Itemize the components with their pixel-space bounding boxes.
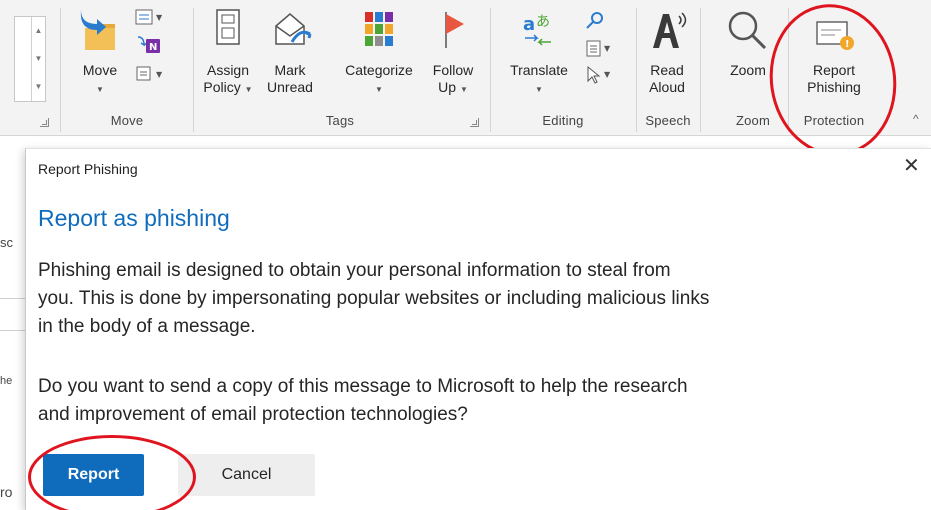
close-icon[interactable]: ✕: [903, 156, 920, 176]
group-separator: [700, 8, 701, 132]
collapse-ribbon-icon[interactable]: ^: [913, 112, 919, 126]
quick-steps-gallery[interactable]: ▲ ▼ ▼: [14, 16, 46, 102]
follow-up-label-line1: Follow: [432, 62, 474, 78]
body-line: Do you want to send a copy of this messa…: [38, 376, 688, 397]
cancel-button[interactable]: Cancel: [178, 454, 315, 496]
categorize-icon: [365, 12, 393, 46]
zoom-button[interactable]: Zoom: [718, 8, 778, 79]
background-text-fragment: sc: [0, 235, 13, 250]
dialog-heading: Report as phishing: [38, 205, 230, 231]
gallery-scrollbar[interactable]: ▲ ▼ ▼: [31, 17, 45, 101]
find-button[interactable]: [584, 10, 606, 37]
envelope-icon: [275, 13, 312, 45]
follow-up-label-line2: Up: [438, 79, 457, 95]
actions-button[interactable]: ▼: [134, 64, 168, 89]
svg-text:▼: ▼: [156, 70, 163, 79]
report-phishing-label-line2: Phishing: [807, 79, 861, 95]
zoom-label: Zoom: [730, 62, 766, 78]
chevron-down-icon: ▼: [96, 85, 104, 94]
policy-document-icon: [216, 9, 240, 45]
dialog-body-paragraph-1: Phishing email is designed to obtain you…: [38, 257, 928, 341]
magnifier-icon: [728, 11, 767, 50]
move-label: Move: [82, 62, 118, 78]
svg-text:N: N: [149, 42, 157, 53]
mark-unread-label-line1: Mark: [274, 62, 306, 78]
read-aloud-label-line2: Aloud: [649, 79, 685, 95]
translate-label: Translate: [510, 62, 568, 78]
scroll-down-icon[interactable]: ▼: [32, 45, 45, 73]
ribbon: ▲ ▼ ▼ Move ▼ ▼ N ▼ Move Assign Policy ▼ …: [0, 0, 931, 136]
dialog-title: Report Phishing: [38, 161, 138, 177]
body-line: in the body of a message.: [38, 316, 256, 337]
body-line: you. This is done by impersonating popul…: [38, 288, 710, 309]
body-line: Phishing email is designed to obtain you…: [38, 260, 671, 281]
report-button[interactable]: Report: [43, 454, 144, 496]
chevron-down-icon: ▼: [375, 85, 383, 94]
body-line: and improvement of email protection tech…: [38, 404, 468, 425]
mark-unread-label-line2: Unread: [267, 79, 313, 95]
assign-policy-label-line1: Assign: [206, 62, 250, 78]
read-aloud-label-line1: Read: [650, 62, 684, 78]
svg-text:▼: ▼: [156, 13, 163, 22]
rules-button[interactable]: ▼: [134, 8, 168, 33]
gallery-expand-icon[interactable]: ▼: [32, 73, 45, 101]
mark-unread-button[interactable]: Mark Unread: [260, 8, 320, 96]
move-button[interactable]: Move ▼: [70, 4, 130, 98]
onenote-icon: N: [137, 36, 160, 53]
background-text-fragment: he: [0, 375, 13, 387]
chevron-down-icon: ▼: [244, 85, 253, 94]
report-phishing-label-line1: Report: [812, 62, 856, 78]
related-document-icon: ▼: [586, 40, 611, 57]
tags-launcher-icon[interactable]: [470, 118, 479, 127]
report-phishing-button[interactable]: ! Report Phishing: [794, 12, 874, 96]
assign-policy-label-line2: Policy: [203, 79, 241, 95]
chevron-down-icon: ▼: [459, 85, 468, 94]
svg-text:a: a: [523, 14, 535, 35]
move-folder-icon: [80, 10, 115, 50]
translate-icon: a あ: [523, 14, 551, 46]
categorize-label: Categorize: [345, 62, 413, 78]
zoom-group-label: Zoom: [735, 113, 771, 128]
report-phishing-icon: !: [816, 21, 854, 50]
editing-group-label: Editing: [542, 113, 584, 128]
search-icon: [586, 12, 603, 29]
assign-policy-button[interactable]: Assign Policy ▼: [198, 8, 258, 98]
translate-button[interactable]: a あ Translate ▼: [497, 8, 581, 98]
group-separator: [490, 8, 491, 132]
tags-group-label: Tags: [325, 113, 355, 128]
svg-text:▼: ▼: [604, 70, 611, 79]
speech-group-label: Speech: [645, 113, 691, 128]
select-button[interactable]: ▼: [584, 64, 614, 91]
dialog-body-paragraph-2: Do you want to send a copy of this messa…: [38, 373, 928, 429]
chevron-down-icon: ▼: [535, 85, 543, 94]
group-separator: [60, 8, 61, 132]
quick-steps-launcher-icon[interactable]: [40, 118, 49, 127]
cursor-arrow-icon: ▼: [587, 65, 611, 84]
rules-icon: ▼: [135, 9, 163, 25]
protection-group-label: Protection: [803, 113, 865, 128]
related-button[interactable]: ▼: [584, 38, 614, 65]
svg-text:!: !: [845, 39, 850, 50]
group-separator: [193, 8, 194, 132]
move-group-label: Move: [110, 113, 144, 128]
categorize-button[interactable]: Categorize ▼: [334, 8, 424, 98]
background-text-fragment: ro: [0, 484, 13, 500]
read-aloud-icon: [653, 12, 687, 48]
report-phishing-dialog: Report Phishing ✕ Report as phishing Phi…: [25, 148, 931, 510]
follow-up-button[interactable]: Follow Up ▼: [424, 8, 482, 98]
onenote-button[interactable]: N: [134, 33, 164, 66]
svg-text:▼: ▼: [604, 44, 611, 53]
read-aloud-button[interactable]: Read Aloud: [640, 8, 694, 96]
flag-icon: [445, 12, 464, 48]
svg-text:あ: あ: [536, 14, 550, 30]
actions-icon: ▼: [136, 66, 163, 81]
scroll-up-icon[interactable]: ▲: [32, 17, 45, 45]
